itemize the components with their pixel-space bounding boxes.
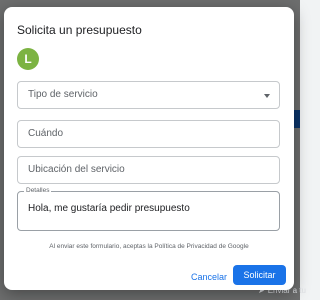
submit-button[interactable]: Solicitar bbox=[233, 265, 286, 285]
dropdown-arrow-icon bbox=[264, 94, 270, 98]
privacy-notice: Al enviar este formulario, aceptas la Po… bbox=[49, 243, 249, 250]
dialog-title: Solicita un presupuesto bbox=[17, 23, 142, 37]
cancel-button[interactable]: Cancelar bbox=[185, 267, 233, 287]
when-field[interactable]: Cuándo bbox=[17, 120, 280, 148]
details-value: Hola, me gustaría pedir presupuesto bbox=[28, 203, 190, 214]
details-textarea[interactable]: Detalles Hola, me gustaría pedir presupu… bbox=[17, 187, 280, 231]
when-placeholder: Cuándo bbox=[28, 128, 64, 139]
service-type-select[interactable]: Tipo de servicio bbox=[17, 81, 280, 109]
service-location-placeholder: Ubicación del servicio bbox=[28, 164, 125, 175]
avatar: L bbox=[17, 48, 39, 70]
quote-request-dialog: Solicita un presupuesto L Tipo de servic… bbox=[4, 7, 294, 290]
service-location-field[interactable]: Ubicación del servicio bbox=[17, 156, 280, 184]
details-label: Detalles bbox=[24, 187, 52, 194]
service-type-placeholder: Tipo de servicio bbox=[28, 89, 98, 100]
